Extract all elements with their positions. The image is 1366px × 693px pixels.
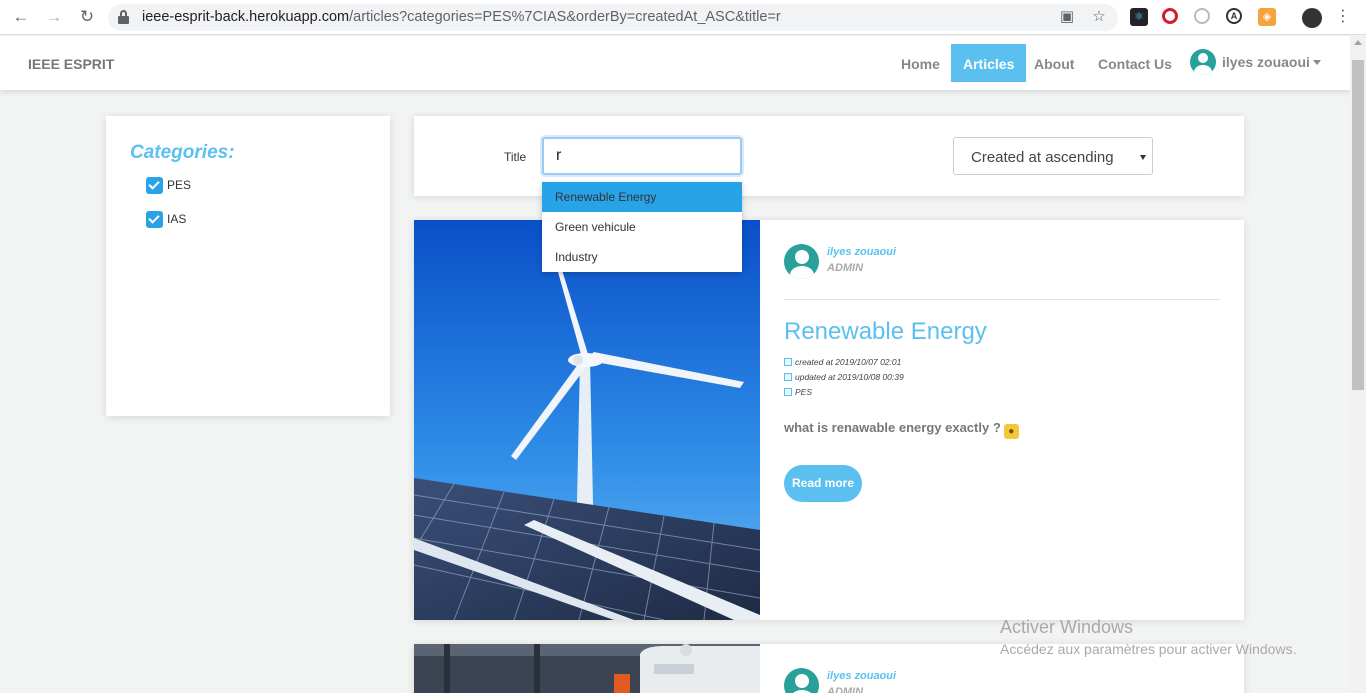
browser-toolbar: ← → ↻ ieee-esprit-back.herokuapp.com/art… [0, 0, 1366, 35]
extension-a-icon[interactable]: A [1226, 8, 1242, 24]
tag-icon [784, 388, 792, 396]
created-date: created at 2019/10/07 02:01 [784, 357, 901, 367]
autocomplete-option[interactable]: Industry [542, 242, 742, 272]
author-name: ilyes zouaoui [827, 670, 897, 682]
article-title[interactable]: Renewable Energy [784, 318, 987, 346]
nav-contact[interactable]: Contact Us [1086, 44, 1184, 82]
chevron-down-icon [1140, 155, 1146, 160]
calendar-icon [784, 358, 792, 366]
categories-title: Categories: [130, 142, 235, 163]
site-navbar: IEEE ESPRIT Home Articles About Contact … [0, 36, 1350, 90]
read-more-button[interactable]: Read more [784, 465, 862, 502]
nav-home[interactable]: Home [889, 44, 952, 82]
author-name: ilyes zouaoui [827, 246, 897, 258]
sort-value: Created at ascending [971, 149, 1114, 166]
autocomplete-dropdown: Renewable Energy Green vehicule Industry [542, 182, 742, 272]
calendar-icon [784, 373, 792, 381]
article-image-wind-turbine[interactable] [414, 220, 760, 620]
title-label: Title [504, 150, 527, 164]
bookmark-star-icon[interactable]: ☆ [1090, 8, 1108, 26]
scroll-up-icon[interactable] [1354, 40, 1362, 45]
translate-icon[interactable]: ▣ [1058, 8, 1076, 26]
author-avatar [784, 244, 819, 279]
article-image-vehicle[interactable] [414, 644, 760, 693]
author-avatar [784, 668, 819, 693]
url-text[interactable]: ieee-esprit-back.herokuapp.com/articles?… [142, 9, 781, 25]
windows-watermark-title: Activer Windows [1000, 617, 1134, 637]
ias-checkbox[interactable] [146, 211, 163, 228]
title-search-input[interactable] [542, 137, 742, 175]
page-scrollbar[interactable] [1350, 36, 1366, 693]
category-label: IAS [167, 212, 187, 226]
nav-articles[interactable]: Articles [951, 44, 1027, 82]
categories-panel: Categories: PES IAS [106, 116, 390, 416]
article-summary: what is renawable energy exactly ? ● [784, 420, 1019, 439]
brand-logo[interactable]: IEEE ESPRIT [28, 56, 114, 72]
article-card: ilyes zouaoui ADMIN Renewable Energy cre… [414, 220, 1244, 620]
author-role: ADMIN [827, 262, 864, 274]
article-category: PES [784, 387, 812, 397]
divider [784, 299, 1220, 300]
menu-dots-icon[interactable]: ⋮ [1334, 8, 1352, 26]
forward-icon[interactable]: → [45, 8, 63, 26]
address-bar[interactable]: ieee-esprit-back.herokuapp.com/articles?… [108, 4, 1118, 31]
back-icon[interactable]: ← [12, 8, 30, 26]
opera-icon[interactable] [1162, 8, 1178, 24]
reload-icon[interactable]: ↻ [78, 8, 96, 26]
extension-circle-icon[interactable] [1194, 8, 1210, 24]
filter-bar: Title Created at ascending [414, 116, 1244, 196]
react-devtools-icon[interactable]: ⚛ [1130, 8, 1148, 26]
extension-orange-icon[interactable]: ◈ [1258, 8, 1276, 26]
profile-icon[interactable] [1302, 8, 1322, 28]
sort-select[interactable]: Created at ascending [953, 137, 1153, 175]
scream-emoji-icon: ● [1003, 424, 1019, 439]
author-role: ADMIN [827, 686, 864, 693]
category-label: PES [167, 178, 192, 192]
autocomplete-option[interactable]: Green vehicule [542, 212, 742, 242]
autocomplete-option[interactable]: Renewable Energy [542, 182, 742, 212]
updated-date: updated at 2019/10/08 00:39 [784, 372, 904, 382]
avatar [1190, 49, 1216, 75]
chevron-down-icon [1313, 60, 1321, 65]
nav-about[interactable]: About [1022, 44, 1086, 82]
lock-icon [118, 10, 129, 24]
user-name: ilyes zouaoui [1222, 54, 1310, 70]
pes-checkbox[interactable] [146, 177, 163, 194]
windows-watermark-subtitle: Accédez aux paramètres pour activer Wind… [1000, 641, 1297, 657]
scroll-thumb[interactable] [1352, 60, 1364, 390]
